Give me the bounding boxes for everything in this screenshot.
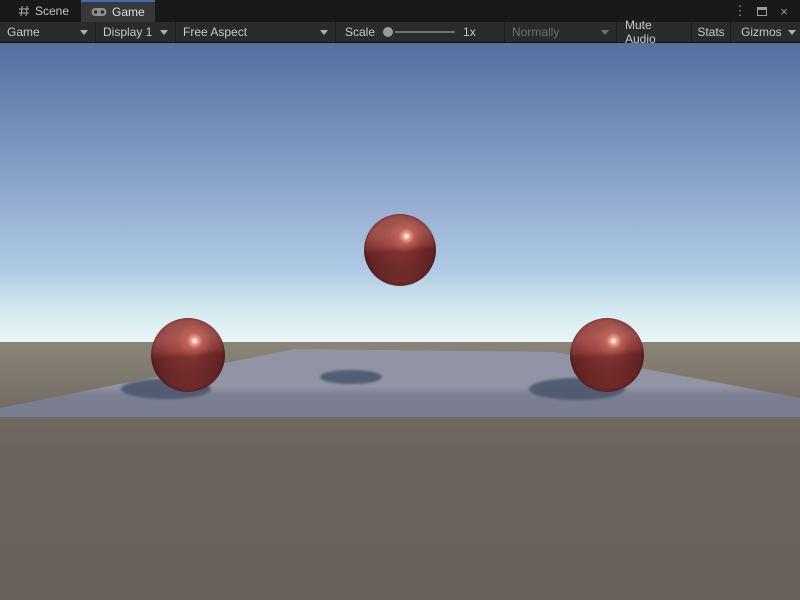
scale-label: Scale bbox=[345, 25, 375, 39]
stats-button[interactable]: Stats bbox=[692, 22, 731, 42]
scale-value: 1x bbox=[463, 25, 476, 39]
gizmos-dropdown[interactable]: Gizmos bbox=[731, 22, 800, 42]
maximize-glyph bbox=[757, 7, 767, 16]
aspect-ratio-dropdown[interactable]: Free Aspect bbox=[176, 22, 336, 42]
gamepad-icon bbox=[91, 7, 107, 17]
grid-icon bbox=[18, 5, 30, 17]
chevron-down-icon bbox=[160, 30, 168, 35]
maximize-on-play-dropdown[interactable]: Normally bbox=[504, 22, 617, 42]
view-mode-dropdown[interactable]: Game bbox=[0, 22, 96, 42]
view-mode-label: Game bbox=[7, 25, 40, 39]
maximize-on-play-label: Normally bbox=[512, 25, 559, 39]
stats-label: Stats bbox=[697, 25, 724, 39]
mute-audio-button[interactable]: Mute Audio bbox=[617, 22, 692, 42]
window-controls: ⋮ × bbox=[732, 0, 800, 22]
plane-polygon bbox=[0, 349, 800, 417]
chevron-down-icon bbox=[80, 30, 88, 35]
chevron-down-icon bbox=[788, 30, 796, 35]
scale-slider[interactable] bbox=[383, 22, 457, 42]
ground-plane bbox=[0, 43, 800, 600]
game-viewport[interactable] bbox=[0, 43, 800, 600]
slider-track bbox=[395, 31, 455, 33]
sphere-center bbox=[364, 214, 436, 286]
slider-knob[interactable] bbox=[383, 27, 393, 37]
sphere-left bbox=[151, 318, 225, 392]
tab-game[interactable]: Game bbox=[81, 0, 155, 22]
sphere-right bbox=[570, 318, 644, 392]
tab-scene-label: Scene bbox=[35, 4, 69, 18]
unity-game-window: Scene Game ⋮ × Game Display 1 Free Aspec… bbox=[0, 0, 800, 600]
maximize-icon[interactable] bbox=[754, 3, 770, 19]
gizmos-label: Gizmos bbox=[741, 25, 782, 39]
window-menu-icon[interactable]: ⋮ bbox=[732, 3, 748, 19]
shadow-center bbox=[320, 370, 382, 384]
scale-control: Scale 1x bbox=[336, 22, 504, 42]
tab-game-label: Game bbox=[112, 5, 145, 19]
chevron-down-icon bbox=[320, 30, 328, 35]
display-label: Display 1 bbox=[103, 25, 152, 39]
close-icon[interactable]: × bbox=[776, 3, 792, 19]
aspect-ratio-label: Free Aspect bbox=[183, 25, 247, 39]
chevron-down-icon bbox=[601, 30, 609, 35]
tab-scene[interactable]: Scene bbox=[8, 0, 79, 22]
display-dropdown[interactable]: Display 1 bbox=[96, 22, 176, 42]
game-view-toolbar: Game Display 1 Free Aspect Scale 1x Norm… bbox=[0, 22, 800, 43]
mute-audio-label: Mute Audio bbox=[625, 18, 683, 46]
